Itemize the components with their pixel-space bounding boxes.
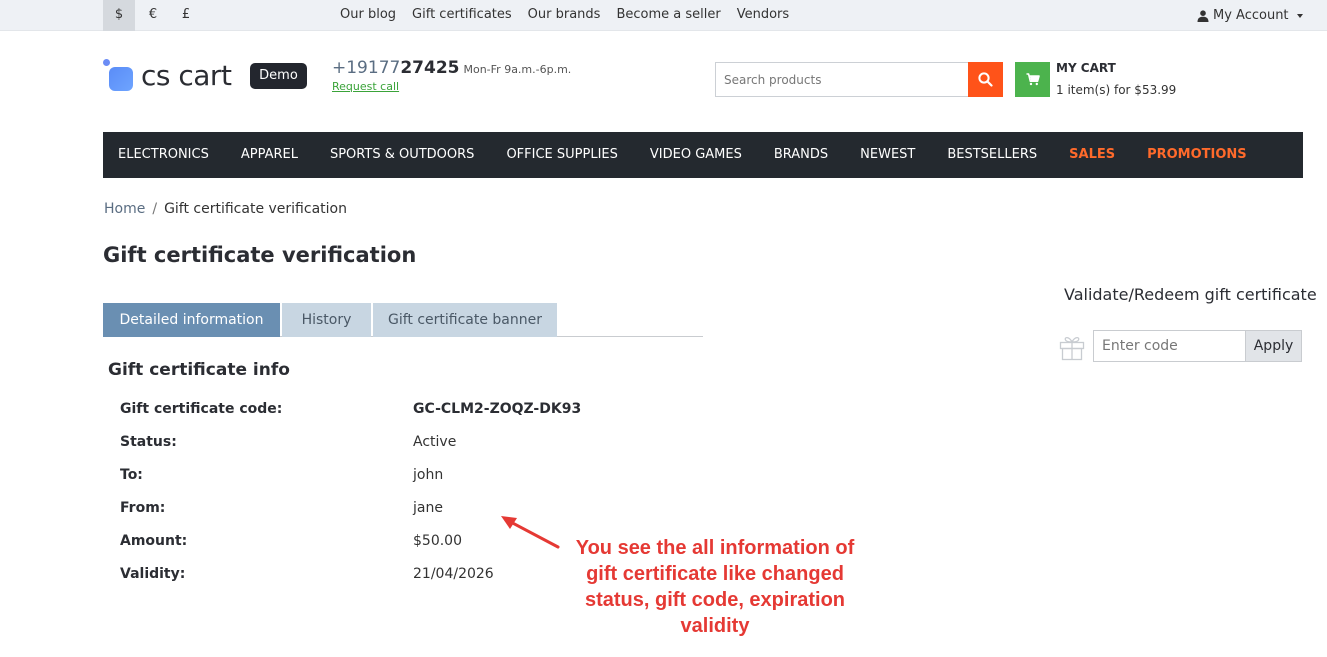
info-value: john [413, 467, 444, 483]
annotation-line: status, gift code, expiration [584, 589, 846, 611]
cart-button[interactable] [1015, 62, 1050, 97]
annotation-text: You see the all information of gift cert… [555, 535, 875, 639]
cart-title[interactable]: MY CART [1056, 61, 1116, 75]
phone-number: +1917727425 Mon-Fr 9a.m.-6p.m. [332, 58, 571, 78]
search-icon [978, 72, 993, 87]
search-box [715, 62, 1003, 97]
tab-bar: Detailed information History Gift certif… [103, 303, 703, 337]
user-icon [1197, 9, 1209, 22]
gift-icon [1059, 336, 1085, 361]
logo-mark-icon [103, 59, 137, 93]
tab-detailed-information[interactable]: Detailed information [103, 303, 280, 337]
apply-button[interactable]: Apply [1245, 330, 1302, 362]
nav-promotions[interactable]: PROMOTIONS [1147, 132, 1247, 178]
info-value: $50.00 [413, 533, 462, 549]
info-value: jane [413, 500, 443, 516]
nav-video-games[interactable]: VIDEO GAMES [650, 132, 742, 178]
tab-gift-certificate-banner[interactable]: Gift certificate banner [373, 303, 557, 337]
info-label: To: [120, 467, 143, 483]
request-call-link[interactable]: Request call [332, 80, 399, 93]
annotation-line: You see the all information of [575, 537, 855, 559]
currency-eur[interactable]: € [137, 0, 169, 31]
section-title: Gift certificate info [108, 360, 290, 380]
link-our-brands[interactable]: Our brands [528, 0, 601, 31]
currency-gbp[interactable]: £ [170, 0, 202, 31]
nav-brands[interactable]: BRANDS [774, 132, 828, 178]
cart-summary[interactable]: 1 item(s) for $53.99 [1056, 83, 1176, 97]
nav-bestsellers[interactable]: BESTSELLERS [947, 132, 1037, 178]
currency-usd[interactable]: $ [103, 0, 135, 31]
nav-office-supplies[interactable]: OFFICE SUPPLIES [506, 132, 617, 178]
nav-electronics[interactable]: ELECTRONICS [118, 132, 209, 178]
validate-redeem-title: Validate/Redeem gift certificate [1064, 285, 1317, 304]
nav-newest[interactable]: NEWEST [860, 132, 915, 178]
breadcrumb-current: Gift certificate verification [164, 201, 347, 217]
my-account-label: My Account [1213, 8, 1289, 23]
main-navigation: ELECTRONICS APPAREL SPORTS & OUTDOORS OF… [103, 132, 1303, 178]
info-label: Gift certificate code: [120, 401, 283, 417]
search-button[interactable] [968, 62, 1003, 97]
logo[interactable]: cs cart [103, 58, 232, 94]
link-our-blog[interactable]: Our blog [340, 0, 396, 31]
breadcrumb-separator: / [152, 201, 158, 217]
info-label: Amount: [120, 533, 188, 549]
chevron-down-icon [1296, 14, 1303, 18]
info-value: GC-CLM2-ZOQZ-DK93 [413, 401, 582, 417]
info-label: Status: [120, 434, 177, 450]
phone-prefix: +19177 [332, 58, 401, 78]
top-links: Our blog Gift certificates Our brands Be… [340, 0, 789, 31]
nav-apparel[interactable]: APPAREL [241, 132, 298, 178]
link-gift-certificates[interactable]: Gift certificates [412, 0, 512, 31]
annotation-line: validity [680, 615, 750, 637]
breadcrumb: Home / Gift certificate verification [104, 201, 347, 217]
nav-sales[interactable]: SALES [1069, 132, 1115, 178]
tab-history[interactable]: History [282, 303, 371, 337]
gift-code-input[interactable] [1093, 330, 1245, 362]
annotation-line: gift certificate like changed [586, 563, 844, 585]
nav-sports-outdoors[interactable]: SPORTS & OUTDOORS [330, 132, 474, 178]
search-input[interactable] [715, 62, 968, 97]
logo-text: cs cart [141, 59, 232, 92]
top-bar: $ € £ Our blog Gift certificates Our bra… [0, 0, 1327, 31]
my-account-menu[interactable]: My Account [1197, 0, 1303, 31]
link-vendors[interactable]: Vendors [737, 0, 789, 31]
cart-icon [1026, 73, 1040, 86]
phone-main: 27425 [400, 58, 460, 78]
page-title: Gift certificate verification [103, 243, 417, 267]
working-hours: Mon-Fr 9a.m.-6p.m. [463, 63, 572, 76]
link-become-a-seller[interactable]: Become a seller [616, 0, 720, 31]
breadcrumb-home[interactable]: Home [104, 201, 145, 217]
info-label: Validity: [120, 566, 186, 582]
info-value: 21/04/2026 [413, 566, 494, 582]
info-value: Active [413, 434, 457, 450]
demo-badge: Demo [250, 63, 307, 89]
info-label: From: [120, 500, 166, 516]
